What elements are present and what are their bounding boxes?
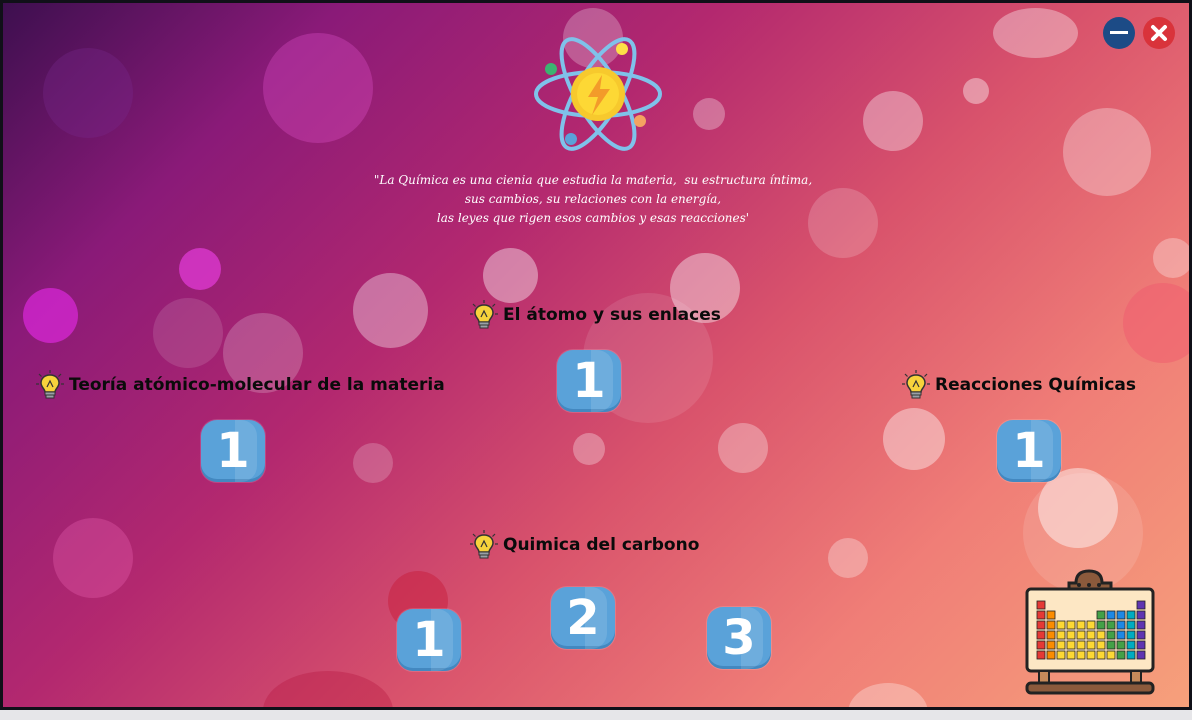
x-icon xyxy=(1151,25,1167,41)
minus-icon xyxy=(1110,31,1128,34)
carbono-button-1[interactable]: 1 xyxy=(397,609,461,671)
atom-icon xyxy=(534,37,662,151)
section-label: Teoría atómico-molecular de la materia xyxy=(69,375,445,395)
section-title-reacciones: Reacciones Químicas xyxy=(901,369,1136,401)
teoria-button-1[interactable]: 1 xyxy=(201,420,265,482)
atomo-button-1[interactable]: 1 xyxy=(557,350,621,412)
carbono-button-3[interactable]: 3 xyxy=(707,607,771,669)
section-title-carbono: Quimica del carbono xyxy=(469,529,699,561)
app-window: "La Química es una cienia que estudia la… xyxy=(0,0,1192,710)
section-title-teoria: Teoría atómico-molecular de la materia xyxy=(35,369,445,401)
chemistry-quote: "La Química es una cienia que estudia la… xyxy=(333,171,853,228)
section-label: Quimica del carbono xyxy=(503,535,700,555)
section-label: El átomo y sus enlaces xyxy=(503,305,721,325)
close-button[interactable] xyxy=(1143,17,1175,49)
quote-line: las leyes que rigen esos cambios y esas … xyxy=(436,211,750,225)
periodic-table-icon[interactable] xyxy=(1021,565,1161,697)
quote-line: sus cambios, su relaciones con la energí… xyxy=(464,192,722,206)
lightbulb-icon xyxy=(470,300,498,329)
reacciones-button-1[interactable]: 1 xyxy=(997,420,1061,482)
section-title-atomo: El átomo y sus enlaces xyxy=(469,299,721,331)
quote-line: "La Química es una cienia que estudia la… xyxy=(373,173,813,187)
lightbulb-icon xyxy=(36,370,64,399)
lightbulb-icon xyxy=(470,530,498,559)
minimize-button[interactable] xyxy=(1103,17,1135,49)
lightbulb-icon xyxy=(902,370,930,399)
carbono-button-2[interactable]: 2 xyxy=(551,587,615,649)
section-label: Reacciones Químicas xyxy=(935,375,1137,395)
